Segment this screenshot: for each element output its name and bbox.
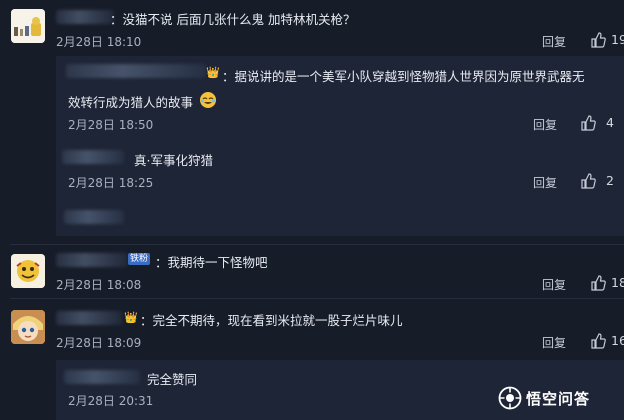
crown-icon: 👑	[124, 311, 138, 324]
avatar-cartoon-icon	[11, 254, 45, 288]
thumbs-up-icon[interactable]	[590, 275, 606, 291]
avatar[interactable]	[11, 9, 45, 43]
reply-button[interactable]: 回复	[533, 174, 557, 191]
reply-button[interactable]: 回复	[542, 33, 566, 50]
reply-text: 真·军事化狩猎	[134, 153, 213, 168]
comment-date: 2月28日 18:09	[56, 336, 142, 350]
reply-text-line2: 效转行成为猎人的故事	[68, 95, 194, 110]
avatar[interactable]	[11, 254, 45, 288]
watermark-logo-icon	[498, 386, 522, 414]
comment-text: ：我期待一下怪物吧	[155, 255, 268, 270]
reply-text: 完全赞同	[147, 372, 198, 387]
fan-badge: 铁粉	[128, 253, 151, 265]
like-count: 2	[606, 173, 614, 188]
reply-date: 2月28日 20:31	[68, 394, 154, 408]
username-blurred[interactable]	[56, 253, 128, 267]
like-count: 19	[611, 32, 624, 47]
comment-text: ：没猫不说 后面几张什么鬼 加特林机关枪？	[110, 12, 356, 27]
like-count: 18	[611, 275, 624, 290]
username-blurred[interactable]	[66, 64, 206, 78]
reply-button[interactable]: 回复	[542, 276, 566, 293]
thumbs-up-icon[interactable]	[590, 333, 606, 349]
avatar[interactable]	[11, 310, 45, 344]
like-count: 4	[606, 115, 614, 130]
thumbs-up-icon[interactable]	[580, 173, 596, 189]
reply-text-line1: ：据说讲的是一个美军小队穿越到怪物猎人世界因为原世界武器无	[222, 69, 585, 84]
avatar-figures-icon	[11, 9, 45, 43]
username-blurred[interactable]	[62, 150, 124, 164]
watermark-text: 悟空问答	[526, 390, 591, 408]
reply-button[interactable]: 回复	[533, 116, 557, 133]
laughing-emoji-icon	[199, 91, 217, 113]
comment-text: ：完全不期待，现在看到米拉就一股子烂片味儿	[140, 313, 403, 328]
more-replies-blurred[interactable]	[64, 210, 124, 224]
reply-date: 2月28日 18:50	[68, 118, 154, 132]
reply-button[interactable]: 回复	[542, 334, 566, 351]
comment-date: 2月28日 18:10	[56, 35, 142, 49]
thumbs-up-icon[interactable]	[580, 115, 596, 131]
thumbs-up-icon[interactable]	[590, 32, 606, 48]
divider	[10, 244, 624, 245]
avatar-anime-icon	[11, 310, 45, 344]
username-blurred[interactable]	[64, 370, 140, 384]
like-count: 16	[611, 333, 624, 348]
username-blurred[interactable]	[56, 311, 122, 325]
reply-date: 2月28日 18:25	[68, 176, 154, 190]
divider	[10, 298, 624, 299]
comment-date: 2月28日 18:08	[56, 278, 142, 292]
username-blurred[interactable]	[56, 10, 114, 24]
crown-icon: 👑	[206, 66, 220, 79]
